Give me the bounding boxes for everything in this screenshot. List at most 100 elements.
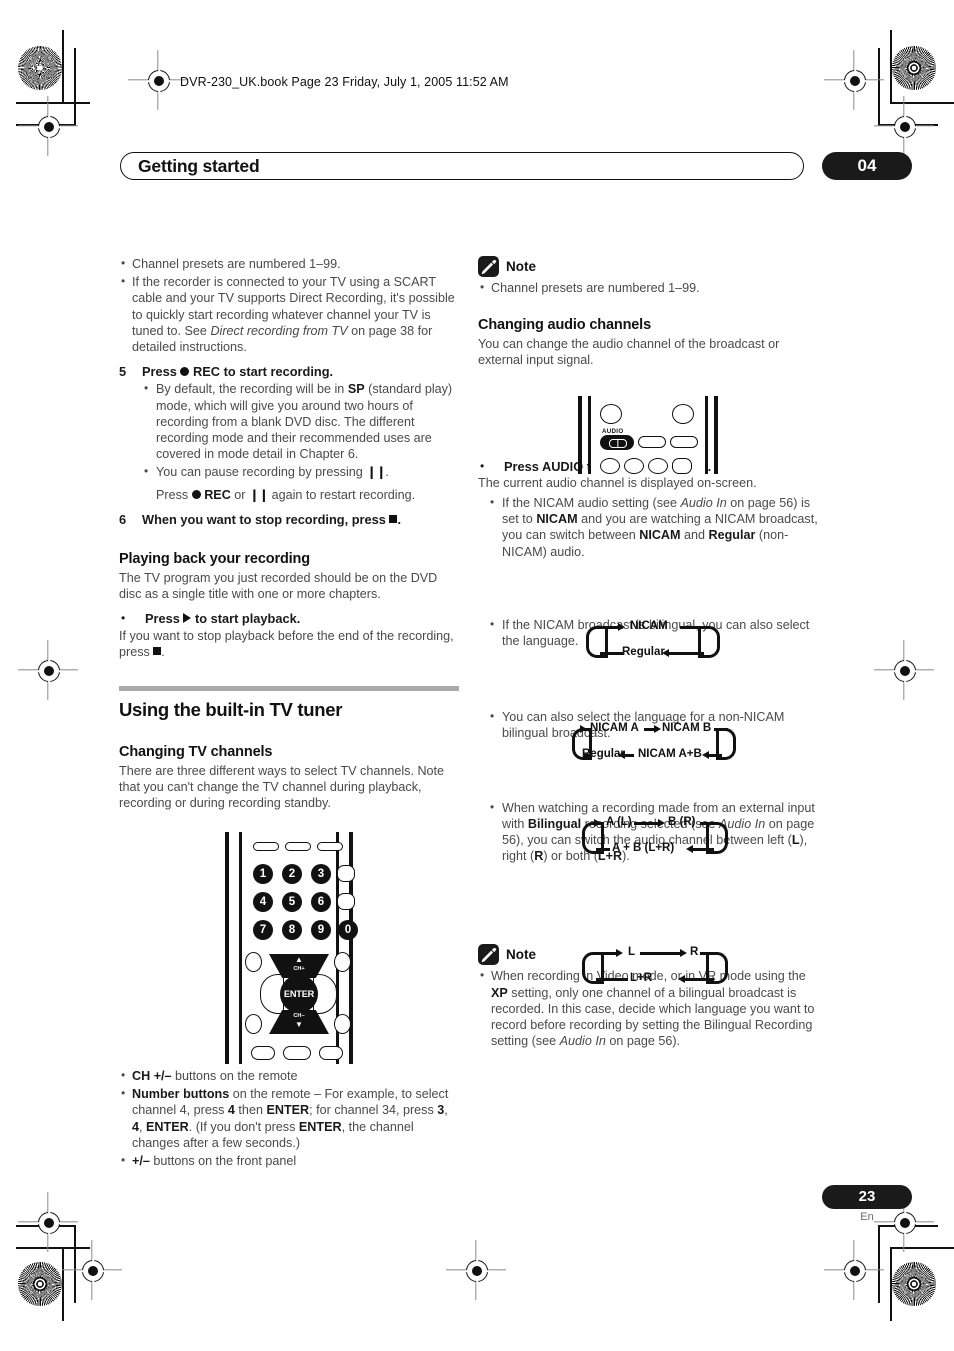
methods-list: CH +/– buttons on the remote Number butt… [119,1067,459,1169]
remote-round-button-right [672,404,694,424]
chapter-number-badge: 04 [822,152,912,180]
label-l: L [791,833,800,848]
cross-reference-italic: Direct recording from TV [210,323,348,338]
t5: , [139,1119,147,1134]
remote-number-6[interactable]: 6 [311,892,331,912]
list-item: You can pause recording by pressing ❙❙. … [142,463,459,502]
remote-number-2[interactable]: 2 [282,864,302,884]
t3: on page 56). [605,1034,681,1049]
pencil-icon [478,256,499,277]
remote-bottom-round-1 [600,458,620,474]
remote-enter-button[interactable]: ENTER [280,975,318,1013]
text-post: . [161,644,165,659]
text: buttons on the remote [171,1069,298,1083]
stop-square-icon [389,514,398,523]
key-enter: ENTER [266,1103,310,1118]
remote-round-button-tr [334,952,351,972]
note-label: Note [506,947,536,963]
remote-bottom-round-4 [672,458,692,474]
rec-label: REC [200,487,231,502]
cycle-arrow-to-ab [686,845,693,853]
remote-number-5[interactable]: 5 [282,892,302,912]
t1: If the NICAM audio setting (see [502,496,681,511]
remote-control-numbers-illustration: 1 2 3 4 5 6 7 8 9 0 ▲ CH+ CH– ▼ ENTER [225,832,358,1064]
cycle-arrow-a-b [654,725,661,733]
remote-side-button-2 [337,893,355,910]
remote-control-audio-illustration: AUDIO [578,396,718,474]
remote-round-button-tl [245,952,262,972]
playback-step: Press to start playback. [119,610,459,627]
cycle-label-nicam-ab: NICAM A+B [638,748,702,760]
cycle-line-top-left [600,626,620,629]
remote-number-0[interactable]: 0 [338,920,358,940]
nicam-bullet-list: If the NICAM audio setting (see Audio In… [488,494,818,560]
list-item: Channel presets are numbered 1–99. [478,279,818,296]
step-text-pre: Press [142,364,181,380]
language-code: En [860,1211,874,1223]
remote-number-8[interactable]: 8 [282,920,302,940]
label-nicam-2: NICAM [639,528,681,543]
number-buttons-label: Number buttons [132,1087,230,1102]
remote-bottom-button-2 [283,1046,311,1060]
registration-target-top-left-inner [128,50,188,110]
cycle-line-bottom-left [584,754,590,757]
registration-target-left-middle [18,640,78,700]
remote-edge-left [225,832,229,1064]
plus-minus-label: +/– [132,1154,150,1169]
text-pre: By default, the recording will be in [156,382,348,397]
cycle-label-regular: Regular [622,646,665,658]
label-r: R [534,849,544,864]
cycle-label-l-plus-r: L+R [630,972,653,984]
playback-body-text: The TV program you just recorded should … [119,571,438,602]
text-pre: Press [156,487,192,502]
remote-edge-right [714,396,718,474]
step-text-post: REC to start recording. [189,364,334,380]
heading-changing-audio-channels: Changing audio channels [478,317,651,334]
t4: and [680,528,709,543]
cycle-arrow-to-lr [678,975,685,983]
list-item-number-buttons: Number buttons on the remote – For examp… [119,1085,459,1151]
cycle-line-ab-right [708,754,722,757]
ref-audio-in: Audio In [680,496,727,511]
remote-top-button-1 [253,842,279,851]
step-5: 5 Press REC to start recording. [119,364,459,380]
cycle-label-r: R [690,946,699,958]
cycle-label-nicam: NICAM [630,620,668,632]
cycle-line-a-b [634,822,660,825]
remote-bottom-round-2 [624,458,644,474]
chapter-number-label: 04 [857,156,877,175]
remote-number-3[interactable]: 3 [311,864,331,884]
label-nicam-1: NICAM [536,512,578,527]
remote-bottom-round-3 [648,458,668,474]
remote-number-9[interactable]: 9 [311,920,331,940]
remote-button-right [670,436,698,448]
t4: , [444,1103,448,1118]
step-text: Press REC to start recording. [142,364,459,380]
remote-bottom-button-3 [319,1046,343,1060]
audio-button[interactable] [600,435,634,450]
remote-number-4[interactable]: 4 [253,892,273,912]
cycle-arrow-l-r [680,949,687,957]
step-6: 6 When you want to stop recording, press… [119,512,459,528]
remote-top-button-3 [317,842,343,851]
rec-dot-icon [191,489,201,499]
registration-target-left-upper [18,96,78,156]
cycle-arrow-left [662,649,669,657]
chapter-header-bar: Getting started 04 [120,152,912,180]
remote-number-7[interactable]: 7 [253,920,273,940]
heading-changing-tv-channels: Changing TV channels [119,744,273,761]
cycle-line-bottom-left [596,848,610,851]
step-text: When you want to stop recording, press . [142,511,401,527]
cycle-label-nicam-b: NICAM B [662,722,712,734]
step-number: 6 [119,511,127,527]
ch-plus-minus-label: CH +/– [132,1069,172,1083]
key-enter-c: ENTER [298,1119,342,1134]
cycle-line-bottom-right [692,848,714,851]
file-info-stamp: DVR-230_UK.book Page 23 Friday, July 1, … [180,75,509,89]
registration-target-bottom-center [446,1240,506,1300]
remote-button-mid [638,436,666,448]
label-regular: Regular [708,528,756,543]
tv-channels-body-text: There are three different ways to select… [119,764,445,811]
remote-number-1[interactable]: 1 [253,864,273,884]
page-footer: 23 En [822,1185,912,1223]
